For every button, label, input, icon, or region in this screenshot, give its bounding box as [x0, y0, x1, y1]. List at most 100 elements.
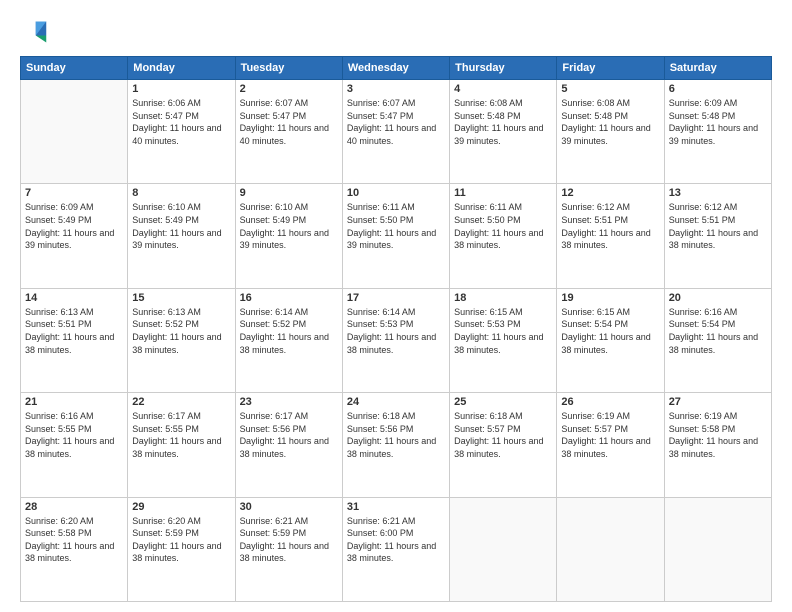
day-cell — [450, 497, 557, 601]
daylight-label: Daylight: 11 hours and 39 minutes. — [669, 123, 758, 146]
day-number: 9 — [240, 187, 338, 199]
sunrise-label: Sunrise: 6:14 AM — [240, 307, 309, 317]
day-cell: 16 Sunrise: 6:14 AM Sunset: 5:52 PM Dayl… — [235, 288, 342, 392]
sunrise-label: Sunrise: 6:12 AM — [561, 202, 630, 212]
sunrise-label: Sunrise: 6:19 AM — [561, 411, 630, 421]
day-number: 21 — [25, 396, 123, 408]
day-info: Sunrise: 6:14 AM Sunset: 5:52 PM Dayligh… — [240, 306, 338, 356]
day-info: Sunrise: 6:13 AM Sunset: 5:52 PM Dayligh… — [132, 306, 230, 356]
day-info: Sunrise: 6:06 AM Sunset: 5:47 PM Dayligh… — [132, 97, 230, 147]
daylight-label: Daylight: 11 hours and 38 minutes. — [132, 332, 221, 355]
day-number: 2 — [240, 83, 338, 95]
day-info: Sunrise: 6:16 AM Sunset: 5:54 PM Dayligh… — [669, 306, 767, 356]
sunset-label: Sunset: 5:54 PM — [561, 319, 628, 329]
day-info: Sunrise: 6:12 AM Sunset: 5:51 PM Dayligh… — [561, 201, 659, 251]
daylight-label: Daylight: 11 hours and 38 minutes. — [669, 228, 758, 251]
day-info: Sunrise: 6:15 AM Sunset: 5:53 PM Dayligh… — [454, 306, 552, 356]
day-info: Sunrise: 6:20 AM Sunset: 5:58 PM Dayligh… — [25, 515, 123, 565]
day-number: 20 — [669, 292, 767, 304]
day-info: Sunrise: 6:07 AM Sunset: 5:47 PM Dayligh… — [347, 97, 445, 147]
day-number: 10 — [347, 187, 445, 199]
daylight-label: Daylight: 11 hours and 38 minutes. — [669, 436, 758, 459]
sunset-label: Sunset: 5:58 PM — [669, 424, 736, 434]
sunset-label: Sunset: 5:47 PM — [240, 111, 307, 121]
sunset-label: Sunset: 5:48 PM — [561, 111, 628, 121]
weekday-header-saturday: Saturday — [664, 57, 771, 80]
day-info: Sunrise: 6:20 AM Sunset: 5:59 PM Dayligh… — [132, 515, 230, 565]
day-cell: 2 Sunrise: 6:07 AM Sunset: 5:47 PM Dayli… — [235, 80, 342, 184]
sunset-label: Sunset: 5:49 PM — [25, 215, 92, 225]
weekday-header-row: SundayMondayTuesdayWednesdayThursdayFrid… — [21, 57, 772, 80]
day-cell: 15 Sunrise: 6:13 AM Sunset: 5:52 PM Dayl… — [128, 288, 235, 392]
daylight-label: Daylight: 11 hours and 40 minutes. — [240, 123, 329, 146]
sunset-label: Sunset: 5:48 PM — [669, 111, 736, 121]
weekday-header-wednesday: Wednesday — [342, 57, 449, 80]
day-number: 28 — [25, 501, 123, 513]
daylight-label: Daylight: 11 hours and 40 minutes. — [132, 123, 221, 146]
daylight-label: Daylight: 11 hours and 38 minutes. — [240, 332, 329, 355]
day-number: 8 — [132, 187, 230, 199]
sunset-label: Sunset: 5:56 PM — [240, 424, 307, 434]
sunset-label: Sunset: 5:51 PM — [669, 215, 736, 225]
day-cell: 30 Sunrise: 6:21 AM Sunset: 5:59 PM Dayl… — [235, 497, 342, 601]
day-info: Sunrise: 6:18 AM Sunset: 5:57 PM Dayligh… — [454, 410, 552, 460]
sunset-label: Sunset: 5:54 PM — [669, 319, 736, 329]
daylight-label: Daylight: 11 hours and 39 minutes. — [454, 123, 543, 146]
daylight-label: Daylight: 11 hours and 38 minutes. — [561, 436, 650, 459]
day-info: Sunrise: 6:09 AM Sunset: 5:49 PM Dayligh… — [25, 201, 123, 251]
day-info: Sunrise: 6:08 AM Sunset: 5:48 PM Dayligh… — [561, 97, 659, 147]
day-number: 22 — [132, 396, 230, 408]
daylight-label: Daylight: 11 hours and 38 minutes. — [561, 228, 650, 251]
sunset-label: Sunset: 5:49 PM — [240, 215, 307, 225]
daylight-label: Daylight: 11 hours and 38 minutes. — [347, 541, 436, 564]
sunrise-label: Sunrise: 6:07 AM — [347, 98, 416, 108]
day-number: 6 — [669, 83, 767, 95]
sunrise-label: Sunrise: 6:11 AM — [454, 202, 522, 212]
sunrise-label: Sunrise: 6:16 AM — [669, 307, 738, 317]
sunset-label: Sunset: 5:53 PM — [347, 319, 414, 329]
daylight-label: Daylight: 11 hours and 38 minutes. — [347, 332, 436, 355]
day-cell: 28 Sunrise: 6:20 AM Sunset: 5:58 PM Dayl… — [21, 497, 128, 601]
sunset-label: Sunset: 5:56 PM — [347, 424, 414, 434]
week-row-1: 1 Sunrise: 6:06 AM Sunset: 5:47 PM Dayli… — [21, 80, 772, 184]
day-cell: 22 Sunrise: 6:17 AM Sunset: 5:55 PM Dayl… — [128, 393, 235, 497]
day-cell: 13 Sunrise: 6:12 AM Sunset: 5:51 PM Dayl… — [664, 184, 771, 288]
day-cell: 25 Sunrise: 6:18 AM Sunset: 5:57 PM Dayl… — [450, 393, 557, 497]
daylight-label: Daylight: 11 hours and 38 minutes. — [454, 436, 543, 459]
day-info: Sunrise: 6:14 AM Sunset: 5:53 PM Dayligh… — [347, 306, 445, 356]
week-row-5: 28 Sunrise: 6:20 AM Sunset: 5:58 PM Dayl… — [21, 497, 772, 601]
sunrise-label: Sunrise: 6:15 AM — [561, 307, 630, 317]
sunrise-label: Sunrise: 6:12 AM — [669, 202, 738, 212]
day-cell — [557, 497, 664, 601]
weekday-header-sunday: Sunday — [21, 57, 128, 80]
logo — [20, 18, 52, 46]
day-number: 3 — [347, 83, 445, 95]
day-cell: 29 Sunrise: 6:20 AM Sunset: 5:59 PM Dayl… — [128, 497, 235, 601]
sunset-label: Sunset: 5:55 PM — [25, 424, 92, 434]
day-number: 19 — [561, 292, 659, 304]
day-cell: 18 Sunrise: 6:15 AM Sunset: 5:53 PM Dayl… — [450, 288, 557, 392]
daylight-label: Daylight: 11 hours and 38 minutes. — [240, 436, 329, 459]
daylight-label: Daylight: 11 hours and 38 minutes. — [454, 228, 543, 251]
week-row-3: 14 Sunrise: 6:13 AM Sunset: 5:51 PM Dayl… — [21, 288, 772, 392]
sunrise-label: Sunrise: 6:20 AM — [132, 516, 201, 526]
day-cell — [21, 80, 128, 184]
sunrise-label: Sunrise: 6:09 AM — [25, 202, 94, 212]
sunset-label: Sunset: 5:51 PM — [561, 215, 628, 225]
day-info: Sunrise: 6:15 AM Sunset: 5:54 PM Dayligh… — [561, 306, 659, 356]
day-info: Sunrise: 6:21 AM Sunset: 6:00 PM Dayligh… — [347, 515, 445, 565]
page: SundayMondayTuesdayWednesdayThursdayFrid… — [0, 0, 792, 612]
daylight-label: Daylight: 11 hours and 38 minutes. — [454, 332, 543, 355]
day-info: Sunrise: 6:10 AM Sunset: 5:49 PM Dayligh… — [240, 201, 338, 251]
day-cell: 5 Sunrise: 6:08 AM Sunset: 5:48 PM Dayli… — [557, 80, 664, 184]
daylight-label: Daylight: 11 hours and 38 minutes. — [240, 541, 329, 564]
sunrise-label: Sunrise: 6:10 AM — [240, 202, 309, 212]
day-info: Sunrise: 6:11 AM Sunset: 5:50 PM Dayligh… — [454, 201, 552, 251]
day-number: 18 — [454, 292, 552, 304]
day-cell: 19 Sunrise: 6:15 AM Sunset: 5:54 PM Dayl… — [557, 288, 664, 392]
day-info: Sunrise: 6:11 AM Sunset: 5:50 PM Dayligh… — [347, 201, 445, 251]
day-number: 26 — [561, 396, 659, 408]
sunset-label: Sunset: 5:53 PM — [454, 319, 521, 329]
day-cell: 26 Sunrise: 6:19 AM Sunset: 5:57 PM Dayl… — [557, 393, 664, 497]
sunset-label: Sunset: 5:52 PM — [132, 319, 199, 329]
